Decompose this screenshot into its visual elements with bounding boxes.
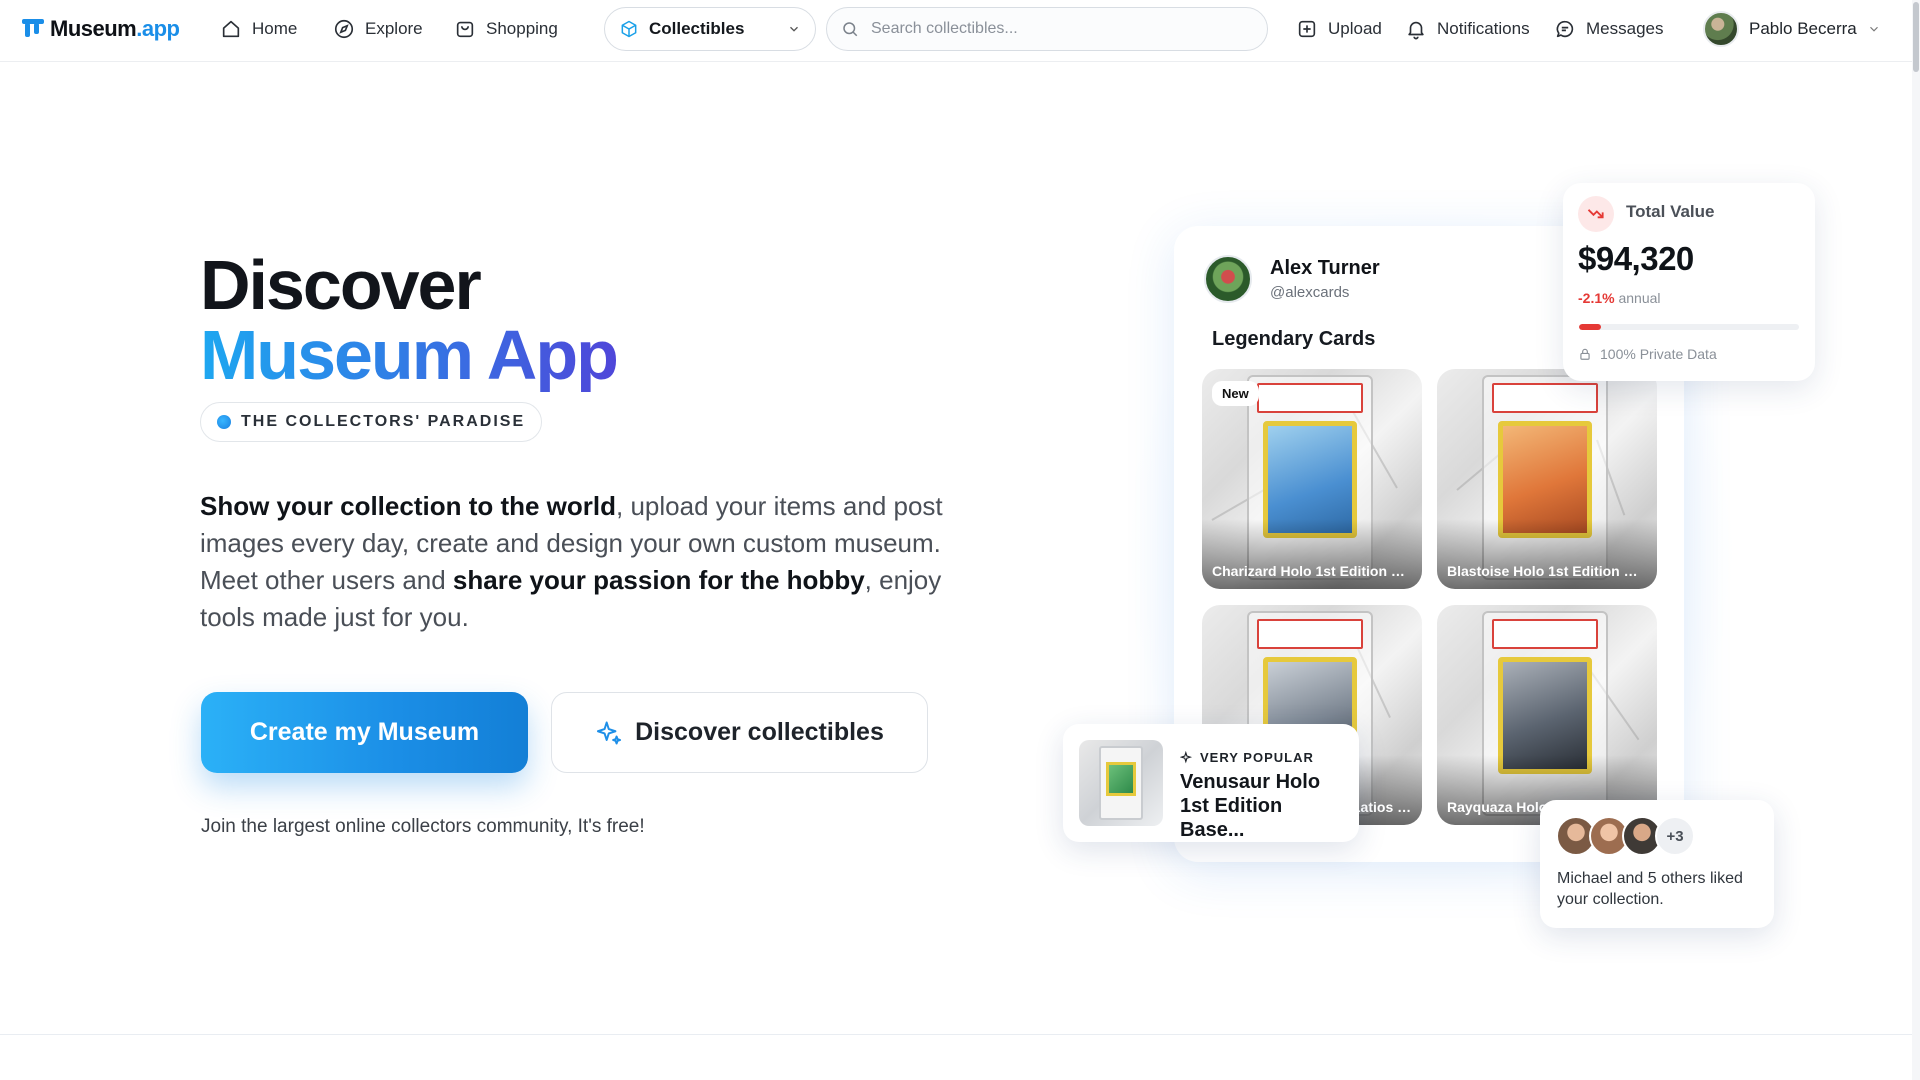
hero-title-line1: Discover: [200, 246, 482, 324]
sparkle-icon: [1180, 750, 1193, 763]
nav-shopping-label: Shopping: [486, 19, 558, 38]
card-title: Charizard Holo 1st Edition Base Set: [1212, 563, 1412, 579]
user-name: Pablo Becerra: [1749, 19, 1857, 38]
nav-shopping[interactable]: Shopping: [454, 14, 558, 44]
hero-description: Show your collection to the world, uploa…: [200, 488, 970, 636]
scrollbar-thumb[interactable]: [1913, 2, 1919, 72]
discover-collectibles-label: Discover collectibles: [635, 718, 884, 746]
discover-collectibles-button[interactable]: Discover collectibles: [551, 692, 928, 773]
card-tile[interactable]: New Charizard Holo 1st Edition Base Set: [1202, 369, 1422, 589]
total-value-amount: $94,320: [1578, 240, 1694, 277]
bullet-dot-icon: [217, 415, 231, 429]
chevron-down-icon: [790, 26, 798, 32]
top-nav: Museum.app Home Explore Shopping Collect…: [0, 0, 1920, 62]
profile-avatar[interactable]: [1204, 255, 1252, 303]
more-likers-count[interactable]: +3: [1655, 816, 1695, 856]
search-bar: [826, 7, 1268, 51]
nav-upload-label: Upload: [1328, 19, 1382, 38]
change-percent: -2.1%: [1578, 290, 1615, 306]
lead-part-1: Show your collection to the world: [200, 491, 617, 521]
logo-text: Museum.app: [50, 16, 180, 41]
hero-title-line2: Museum App: [200, 316, 619, 394]
likes-text: Michael and 5 others liked your collecti…: [1557, 870, 1743, 908]
nav-upload[interactable]: Upload: [1296, 14, 1382, 44]
new-badge: New: [1212, 381, 1259, 406]
popular-kicker-text: VERY POPULAR: [1200, 750, 1314, 765]
profile-handle: @alexcards: [1270, 284, 1350, 301]
value-progress-bar: [1579, 324, 1799, 330]
nav-home-label: Home: [252, 19, 298, 38]
chevron-down-icon: [1869, 26, 1878, 32]
lock-icon: [1580, 348, 1590, 360]
compass-icon: [334, 19, 354, 39]
private-data-label: 100% Private Data: [1600, 346, 1717, 362]
card-title: Latios Holo Gold Star: [1352, 799, 1412, 815]
nav-messages[interactable]: Messages: [1554, 14, 1663, 44]
card-tile[interactable]: Blastoise Holo 1st Edition Base Set: [1437, 369, 1657, 589]
popular-kicker: VERY POPULAR: [1180, 750, 1314, 765]
upload-icon: [1298, 20, 1316, 38]
avatar: [1703, 11, 1739, 47]
logo[interactable]: Museum.app: [22, 14, 180, 44]
section-divider: [0, 1034, 1912, 1035]
nav-notifications-label: Notifications: [1437, 19, 1530, 38]
private-data-note: 100% Private Data: [1578, 346, 1717, 362]
category-select-value: Collectibles: [649, 19, 745, 38]
total-value-title: Total Value: [1626, 202, 1715, 221]
user-menu[interactable]: Pablo Becerra: [1703, 7, 1881, 51]
search-input[interactable]: [871, 20, 1231, 38]
popular-item-thumbnail: [1079, 740, 1163, 826]
tagline-text: THE COLLECTORS' PARADISE: [241, 413, 526, 430]
shopping-bag-icon: [456, 21, 474, 38]
profile-name[interactable]: Alex Turner: [1270, 257, 1380, 280]
home-icon: [222, 20, 240, 38]
bell-icon: [1408, 21, 1424, 40]
logo-icon: [22, 19, 44, 39]
trend-down-icon: [1578, 196, 1614, 232]
value-progress-fill: [1579, 324, 1601, 330]
nav-explore-label: Explore: [365, 19, 423, 38]
nav-home[interactable]: Home: [220, 14, 297, 44]
cube-icon: [621, 20, 637, 38]
popular-item-title: Venusaur Holo 1st Edition Base...: [1180, 771, 1321, 841]
nav-messages-label: Messages: [1586, 19, 1664, 38]
create-museum-button[interactable]: Create my Museum: [201, 692, 528, 773]
search-icon: [843, 22, 858, 37]
hero-subtext: Join the largest online collectors commu…: [201, 816, 645, 837]
section-title: Legendary Cards: [1212, 328, 1376, 350]
nav-notifications[interactable]: Notifications: [1405, 14, 1530, 44]
card-title: Blastoise Holo 1st Edition Base Set: [1447, 563, 1647, 579]
chat-icon: [1556, 20, 1574, 38]
nav-explore[interactable]: Explore: [333, 14, 423, 44]
page-scrollbar[interactable]: [1912, 0, 1920, 1080]
category-select[interactable]: Collectibles: [604, 7, 816, 51]
tagline-badge: THE COLLECTORS' PARADISE: [200, 402, 543, 442]
lead-part-3: share your passion for the hobby: [452, 565, 865, 595]
total-value-change: -2.1% annual: [1578, 290, 1661, 306]
change-period: annual: [1618, 290, 1661, 306]
sparkle-icon: [597, 721, 622, 744]
card-tile[interactable]: Rayquaza Holo 2005 Gold Star: [1437, 605, 1657, 825]
